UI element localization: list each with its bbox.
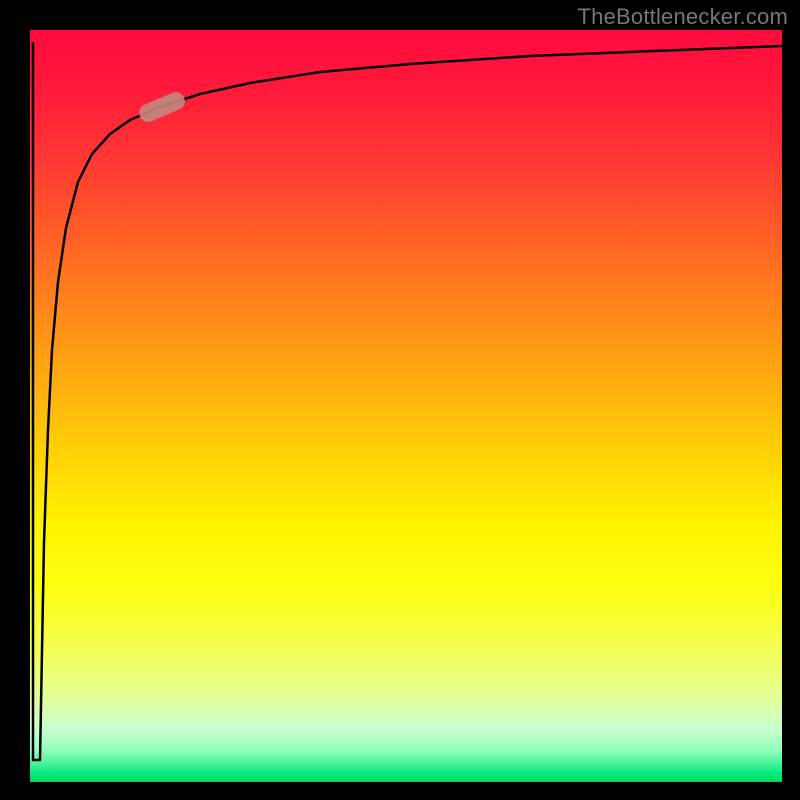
chart-plot-area [30, 30, 782, 782]
bottleneck-curve-path [33, 42, 782, 760]
curve-highlight-marker [136, 89, 187, 124]
chart-curve-layer [30, 30, 782, 782]
attribution-label: TheBottlenecker.com [578, 4, 788, 30]
